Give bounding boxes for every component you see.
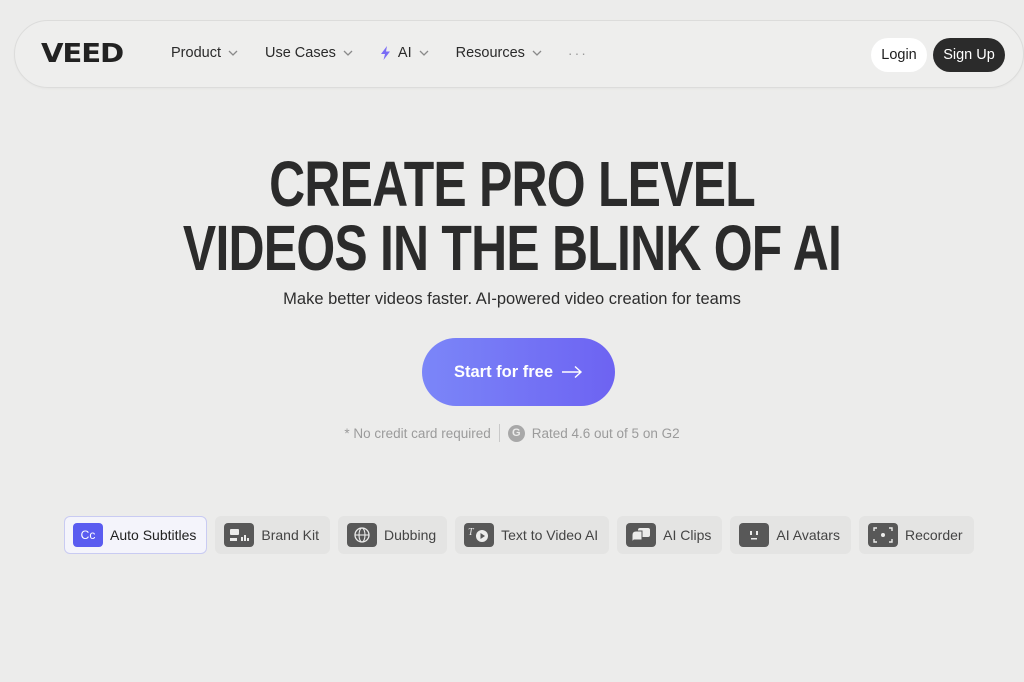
chevron-down-icon [532, 48, 542, 58]
text-to-video-icon: T [464, 523, 495, 547]
more-menu-icon[interactable]: ··· [568, 45, 588, 61]
cc-icon: Cc [73, 523, 103, 547]
rating-text: Rated 4.6 out of 5 on G2 [531, 425, 680, 441]
lightning-bolt-icon [380, 46, 391, 60]
ai-clips-icon [626, 523, 657, 547]
nav-item-label: Use Cases [264, 45, 336, 61]
tab-label: Brand Kit [261, 527, 319, 543]
chevron-down-icon [228, 48, 238, 58]
divider [498, 424, 500, 442]
g2-icon: G [507, 424, 525, 442]
tab-label: AI Clips [663, 527, 712, 543]
top-navbar: VEED Product Use Cases AI Resources ··· … [14, 20, 1024, 88]
tab-auto-subtitles[interactable]: Cc Auto Subtitles [64, 516, 208, 554]
hero-headline-line-1: CREATE PRO LEVEL [269, 148, 756, 220]
nav-menu: Product Use Cases AI Resources ··· [171, 45, 588, 61]
nav-item-product[interactable]: Product [171, 45, 238, 61]
veed-logo[interactable]: VEED [41, 39, 124, 69]
no-credit-card-note: * No credit card required [344, 425, 491, 441]
nav-item-use-cases[interactable]: Use Cases [265, 45, 353, 61]
tab-brand-kit[interactable]: Brand Kit [215, 516, 330, 554]
nav-item-label: Resources [455, 45, 525, 61]
tab-label: Recorder [904, 527, 963, 543]
nav-item-resources[interactable]: Resources [456, 45, 542, 61]
sign-up-button[interactable]: Sign Up [933, 38, 1005, 72]
tab-ai-clips[interactable]: AI Clips [617, 516, 723, 554]
tab-label: Auto Subtitles [110, 527, 197, 543]
nav-item-label: Product [171, 45, 221, 61]
nav-item-label: AI [397, 45, 412, 61]
tab-label: Text to Video AI [501, 527, 599, 543]
arrow-right-icon [561, 365, 583, 379]
tab-ai-avatars[interactable]: AI Avatars [730, 516, 851, 554]
globe-icon [346, 523, 377, 547]
tab-recorder[interactable]: Recorder [858, 516, 974, 554]
tab-label: AI Avatars [776, 527, 840, 543]
avatar-icon [739, 523, 770, 547]
chevron-down-icon [343, 48, 353, 58]
cta-label: Start for free [453, 362, 554, 381]
nav-item-ai[interactable]: AI [380, 45, 429, 61]
brand-kit-icon [224, 523, 255, 547]
start-for-free-button[interactable]: Start for free [422, 338, 615, 406]
hero-subheadline: Make better videos faster. AI-powered vi… [283, 290, 741, 308]
tab-label: Dubbing [383, 527, 437, 543]
recorder-icon [867, 523, 898, 547]
hero-meta: * No credit card required G Rated 4.6 ou… [0, 424, 1024, 442]
chevron-down-icon [419, 48, 429, 58]
hero-headline: CREATE PRO LEVEL VIDEOS IN THE BLINK OF … [0, 152, 1024, 280]
hero-headline-line-2: VIDEOS IN THE BLINK OF AI [182, 212, 842, 284]
tab-text-to-video-ai[interactable]: T Text to Video AI [455, 516, 610, 554]
tab-dubbing[interactable]: Dubbing [337, 516, 448, 554]
svg-text:T: T [468, 527, 475, 538]
login-button[interactable]: Login [871, 38, 927, 72]
feature-tabs: Cc Auto Subtitles Brand Kit Dubbing T Te… [64, 516, 982, 554]
